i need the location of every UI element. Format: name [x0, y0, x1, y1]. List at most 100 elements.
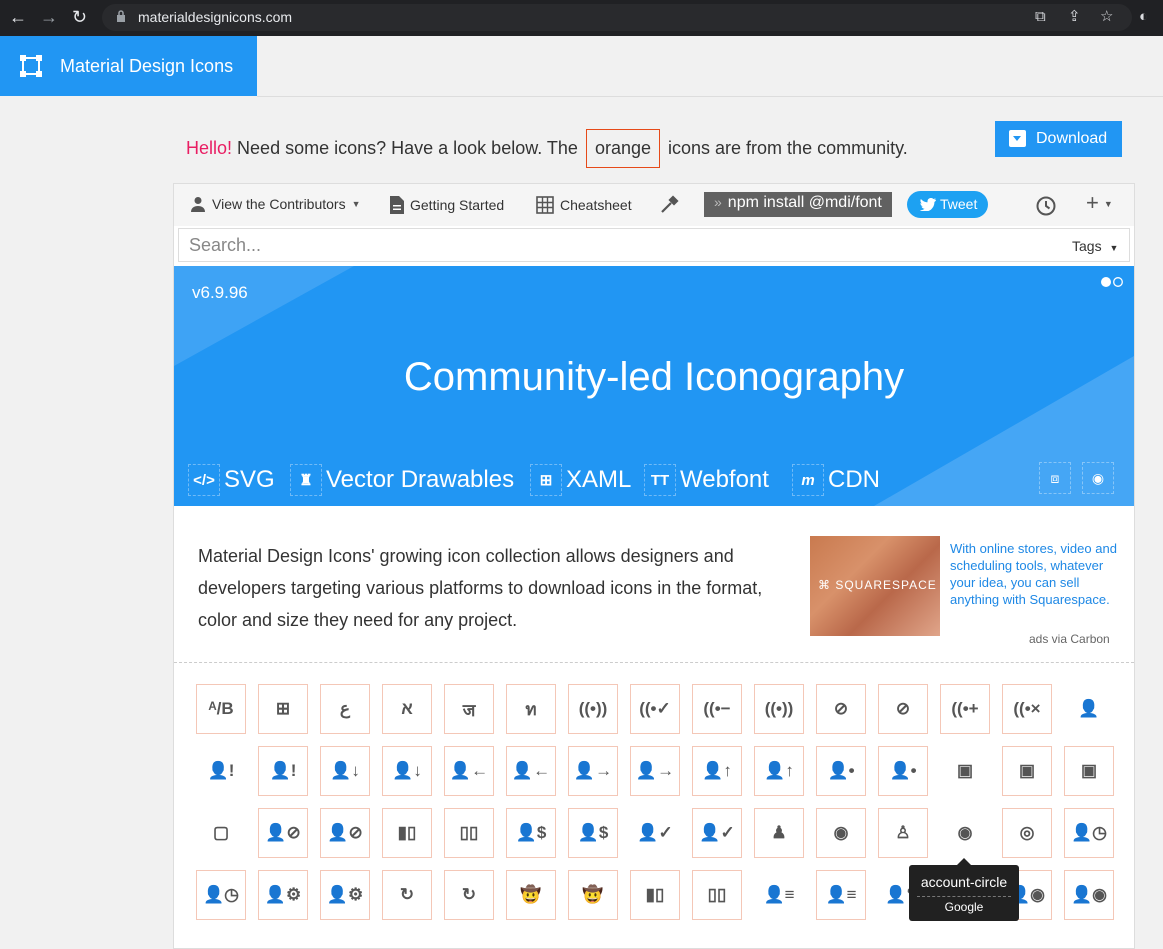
getting-started-link[interactable]: Getting Started [390, 196, 504, 214]
vector-square-icon [20, 55, 42, 77]
platform-cdn[interactable]: m CDN [792, 464, 880, 496]
icon-tile[interactable]: 👤↓ [320, 746, 370, 796]
toolbar: View the Contributors ▼ Getting Started … [174, 184, 1134, 226]
account-badge-outline-icon: 👤• [889, 761, 917, 780]
history-clock-icon[interactable] [1036, 196, 1056, 216]
plus-menu-icon[interactable]: + ▼ [1086, 191, 1113, 215]
hero-headline: Community-led Iconography [403, 355, 905, 399]
platform-vector-drawables[interactable]: ♜ Vector Drawables [290, 464, 514, 496]
back-arrow-icon[interactable]: ← [9, 8, 27, 26]
platform-vector-drawables-label: Vector Drawables [326, 466, 515, 493]
contributors-dropdown[interactable]: View the Contributors ▼ [190, 196, 361, 212]
icon-tile[interactable]: ((•× [1002, 684, 1052, 734]
account-box-icon: ▣ [956, 761, 974, 780]
icon-tile[interactable]: 👤✓ [692, 808, 742, 858]
icon-tile[interactable]: ᴬ/B [196, 684, 246, 734]
icon-tile[interactable]: 👤↑ [754, 746, 804, 796]
icon-tile[interactable]: 👤! [258, 746, 308, 796]
icon-tile[interactable]: 👤⚙ [320, 870, 370, 920]
ad-text[interactable]: With online stores, video and scheduling… [950, 540, 1120, 608]
icon-tile[interactable]: 👤→ [630, 746, 680, 796]
icon-tile[interactable]: ◉ [940, 808, 990, 858]
npm-install-command[interactable]: » npm install @mdi/font [704, 192, 892, 217]
url-text[interactable]: materialdesignicons.com [138, 9, 292, 25]
icon-tile[interactable]: ज [444, 684, 494, 734]
icon-tile[interactable]: ♙ [878, 808, 928, 858]
abugida-devanagari-icon: ज [462, 700, 476, 720]
theme-toggle[interactable] [1100, 276, 1124, 288]
platform-xaml[interactable]: ⊞ XAML [530, 464, 631, 496]
tags-dropdown[interactable]: Tags ▼ [1072, 238, 1118, 254]
ads-via-carbon[interactable]: ads via Carbon [1029, 632, 1110, 646]
share-icon[interactable]: ⇪ [1068, 9, 1081, 24]
icon-tile[interactable]: 👤→ [568, 746, 618, 796]
icon-tile[interactable]: 👤↑ [692, 746, 742, 796]
icon-tile[interactable]: 👤 [1064, 684, 1114, 734]
icon-tile[interactable]: ⊘ [878, 684, 928, 734]
icon-tile[interactable]: ((•✓ [630, 684, 680, 734]
icon-tile[interactable]: 👤◷ [196, 870, 246, 920]
icon-tile[interactable]: 👤$ [506, 808, 556, 858]
icon-tile[interactable]: 👤↓ [382, 746, 432, 796]
icon-tile[interactable]: ท [506, 684, 556, 734]
code-tags-icon: </> [188, 464, 220, 496]
icon-tile[interactable]: 👤≡ [754, 870, 804, 920]
icon-tile[interactable]: ♟ [754, 808, 804, 858]
eyedropper-icon[interactable] [659, 195, 679, 215]
icon-tile[interactable]: ↻ [444, 870, 494, 920]
icon-tile[interactable]: ▮▯ [630, 870, 680, 920]
icon-tile[interactable]: 👤✓ [630, 808, 680, 858]
icon-tile[interactable]: 👤• [816, 746, 866, 796]
icon-tile[interactable]: 👤← [506, 746, 556, 796]
extension-icon[interactable]: ◐ [1139, 9, 1148, 24]
icon-tile[interactable]: ◎ [1002, 808, 1052, 858]
icon-tile[interactable]: ⊘ [816, 684, 866, 734]
brand-header[interactable]: Material Design Icons [0, 36, 257, 96]
icon-tile[interactable]: 👤⊘ [320, 808, 370, 858]
ad-image[interactable]: ⌘ SQUARESPACE [810, 536, 940, 636]
platform-svg[interactable]: </> SVG [188, 464, 275, 496]
reload-icon[interactable]: ↻ [72, 8, 87, 26]
icon-tile[interactable]: ((•)) [568, 684, 618, 734]
icon-tile[interactable]: ⊞ [258, 684, 308, 734]
github-icon[interactable]: ◉ [1082, 462, 1114, 494]
icon-tile[interactable]: 👤• [878, 746, 928, 796]
platform-webfont[interactable]: TT Webfont [644, 464, 769, 496]
icon-tile[interactable]: ▣ [940, 746, 990, 796]
icon-tile[interactable]: ((•)) [754, 684, 804, 734]
icon-tile[interactable]: ▮▯ [382, 808, 432, 858]
caret-down-icon: ▼ [1109, 243, 1119, 253]
icon-tile[interactable]: ▣ [1002, 746, 1052, 796]
icon-tile[interactable]: ((•− [692, 684, 742, 734]
icon-tile[interactable]: ع [320, 684, 370, 734]
icon-tile[interactable]: 🤠 [506, 870, 556, 920]
icon-tile[interactable]: ((•+ [940, 684, 990, 734]
icon-tile[interactable]: 👤⚙ [258, 870, 308, 920]
cheatsheet-link[interactable]: Cheatsheet [536, 196, 632, 214]
account-box-outline-icon: ▢ [212, 823, 230, 842]
section-divider [174, 662, 1134, 663]
icon-tile[interactable]: 👤! [196, 746, 246, 796]
account-alert-outline-icon: 👤! [269, 761, 297, 780]
puzzle-blocks-icon[interactable]: ⧈ [1039, 462, 1071, 494]
icon-tile[interactable]: 🤠 [568, 870, 618, 920]
forward-arrow-icon[interactable]: → [40, 8, 58, 26]
icon-tile[interactable]: ▯▯ [692, 870, 742, 920]
icon-tile[interactable]: 👤← [444, 746, 494, 796]
download-button[interactable]: Download [995, 121, 1122, 157]
icon-tile[interactable]: 👤◷ [1064, 808, 1114, 858]
translate-icon[interactable]: ⧉ [1035, 9, 1046, 24]
icon-tile[interactable]: 👤⊘ [258, 808, 308, 858]
icon-tile[interactable]: 👤$ [568, 808, 618, 858]
icon-tile[interactable]: 👤◉ [1064, 870, 1114, 920]
icon-tile[interactable]: ▯▯ [444, 808, 494, 858]
icon-tile[interactable]: ▣ [1064, 746, 1114, 796]
bookmark-star-icon[interactable]: ☆ [1100, 9, 1113, 24]
icon-tile[interactable]: א [382, 684, 432, 734]
tweet-button[interactable]: Tweet [907, 191, 988, 218]
icon-tile[interactable]: ▢ [196, 808, 246, 858]
search-input[interactable] [189, 233, 1049, 257]
icon-tile[interactable]: ↻ [382, 870, 432, 920]
icon-tile[interactable]: 👤≡ [816, 870, 866, 920]
icon-tile[interactable]: ◉ [816, 808, 866, 858]
